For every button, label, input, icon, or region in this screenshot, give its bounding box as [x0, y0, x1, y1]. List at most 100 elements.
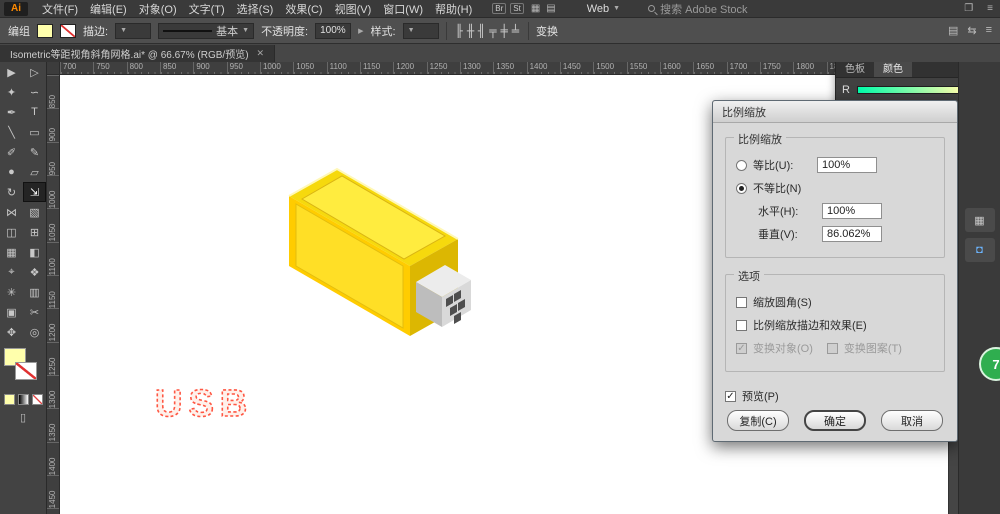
menubar-item[interactable]: 编辑(E): [84, 1, 133, 17]
menubar-item[interactable]: 效果(C): [279, 1, 328, 17]
eyedropper-tool[interactable]: ⌖: [0, 262, 23, 282]
layout-icon[interactable]: ▤: [543, 3, 558, 14]
scale-corners-checkbox[interactable]: [736, 297, 747, 308]
style-dropdown[interactable]: ▼: [403, 23, 439, 39]
eraser-tool[interactable]: ▱: [23, 162, 46, 182]
fill-color-swatch[interactable]: [37, 24, 53, 38]
selection-tool[interactable]: ▶: [0, 62, 23, 82]
panel-icon[interactable]: ▤: [948, 24, 958, 37]
green-overlay-badge[interactable]: 7: [979, 347, 1000, 381]
gradient-button[interactable]: [18, 394, 29, 405]
panel-tab[interactable]: 颜色: [874, 62, 912, 77]
direct-selection-tool[interactable]: ▷: [23, 62, 46, 82]
selection-context-label: 编组: [8, 23, 30, 39]
rectangle-tool[interactable]: ▭: [23, 122, 46, 142]
menubar-item[interactable]: 文字(T): [183, 1, 231, 17]
zoom-tool[interactable]: ◎: [23, 322, 46, 342]
menubar-item[interactable]: 视图(V): [329, 1, 378, 17]
non-uniform-label: 不等比(N): [753, 180, 801, 196]
document-tab[interactable]: Isometric等距视角斜角网格.ai* @ 66.67% (RGB/预览) …: [0, 45, 275, 62]
rotate-tool[interactable]: ↻: [0, 182, 23, 202]
non-uniform-radio[interactable]: [736, 183, 747, 194]
close-icon[interactable]: ✕: [257, 48, 265, 59]
panel-tab[interactable]: 色板: [836, 62, 874, 77]
mesh-tool[interactable]: ▦: [0, 242, 23, 262]
ruler-tick: 1250: [47, 342, 59, 375]
vertical-input[interactable]: [822, 226, 882, 242]
horizontal-row: 水平(H):: [736, 203, 934, 219]
transform-link[interactable]: 变换: [536, 23, 558, 39]
column-graph-tool[interactable]: ▥: [23, 282, 46, 302]
hand-tool[interactable]: ✥: [0, 322, 23, 342]
align-icon[interactable]: ╤: [487, 24, 498, 38]
usb-drive-illustration[interactable]: [289, 169, 471, 336]
gradient-tool[interactable]: ◧: [23, 242, 46, 262]
scale-strokes-label: 比例缩放描边和效果(E): [753, 317, 867, 333]
menubar-item[interactable]: 文件(F): [36, 1, 84, 17]
ok-button[interactable]: 确定: [804, 410, 866, 431]
type-tool[interactable]: T: [23, 102, 46, 122]
workspace-switcher[interactable]: Web ▼: [587, 3, 620, 15]
blob-brush-tool[interactable]: ●: [0, 162, 23, 182]
app-badge-button[interactable]: St: [510, 3, 524, 14]
scale-strokes-checkbox[interactable]: [736, 320, 747, 331]
symbol-sprayer-tool[interactable]: ✳: [0, 282, 23, 302]
dialog-title-bar[interactable]: 比例缩放: [713, 101, 957, 123]
app-badge-button[interactable]: Br: [492, 3, 506, 14]
layout-icon[interactable]: ▦: [528, 3, 543, 14]
pencil-tool[interactable]: ✎: [23, 142, 46, 162]
perspective-grid-tool[interactable]: ⊞: [23, 222, 46, 242]
slice-tool[interactable]: ✂: [23, 302, 46, 322]
align-icon[interactable]: ╢: [476, 24, 487, 38]
ruler-tick: 700: [60, 62, 93, 75]
cancel-button[interactable]: 取消: [881, 410, 943, 431]
stock-search[interactable]: 搜索 Adobe Stock: [648, 1, 747, 17]
free-transform-tool[interactable]: ▧: [23, 202, 46, 222]
stroke-width-field[interactable]: ▼: [115, 23, 151, 39]
window-icon[interactable]: ❐: [961, 3, 976, 14]
color-button[interactable]: [4, 394, 15, 405]
line-segment-tool[interactable]: ╲: [0, 122, 23, 142]
blend-tool[interactable]: ❖: [23, 262, 46, 282]
channel-slider-r[interactable]: [857, 86, 958, 94]
align-icon[interactable]: ╪: [499, 24, 510, 38]
horizontal-input[interactable]: [822, 203, 882, 219]
pen-tool[interactable]: ✒: [0, 102, 23, 122]
ruler-tick: 1000: [47, 175, 59, 208]
chevron-right-icon[interactable]: ▶: [358, 27, 363, 35]
width-tool[interactable]: ⋈: [0, 202, 23, 222]
collapsed-panel-artboards[interactable]: ◘: [965, 238, 995, 262]
none-button[interactable]: [32, 394, 43, 405]
menubar-item[interactable]: 对象(O): [133, 1, 183, 17]
align-icon[interactable]: ╫: [465, 24, 476, 38]
scale-tool[interactable]: ⇲: [23, 182, 46, 202]
stroke-color-swatch[interactable]: [60, 24, 76, 38]
menubar-item[interactable]: 帮助(H): [429, 1, 478, 17]
window-icon[interactable]: ≡: [984, 3, 996, 14]
brush-definition-dropdown[interactable]: 基本 ▼: [158, 23, 254, 39]
uniform-radio[interactable]: [736, 160, 747, 171]
copy-button[interactable]: 复制(C): [727, 410, 789, 431]
menubar-item[interactable]: 选择(S): [231, 1, 280, 17]
screen-mode-button[interactable]: ▯: [20, 411, 26, 424]
paintbrush-tool[interactable]: ✐: [0, 142, 23, 162]
artboard-tool[interactable]: ▣: [0, 302, 23, 322]
transform-patterns-checkbox[interactable]: [827, 343, 838, 354]
panel-icon[interactable]: ⇆: [967, 24, 976, 37]
stroke-color-control[interactable]: [15, 362, 37, 380]
uniform-input[interactable]: [817, 157, 877, 173]
shape-builder-tool[interactable]: ◫: [0, 222, 23, 242]
ruler-tick: 800: [127, 62, 160, 75]
ruler-tick: 1000: [260, 62, 293, 75]
opacity-field[interactable]: 100%: [315, 23, 351, 39]
collapsed-panel-swatches[interactable]: ▦: [965, 208, 995, 232]
align-icon[interactable]: ╟: [454, 24, 465, 38]
menubar-item[interactable]: 窗口(W): [377, 1, 429, 17]
lasso-tool[interactable]: ∽: [23, 82, 46, 102]
transform-objects-checkbox[interactable]: ✓: [736, 343, 747, 354]
panel-icon[interactable]: ≡: [986, 24, 992, 37]
preview-checkbox[interactable]: ✓: [725, 391, 736, 402]
magic-wand-tool[interactable]: ✦: [0, 82, 23, 102]
align-icon[interactable]: ╧: [510, 24, 521, 38]
usb-text[interactable]: USB: [155, 383, 253, 425]
